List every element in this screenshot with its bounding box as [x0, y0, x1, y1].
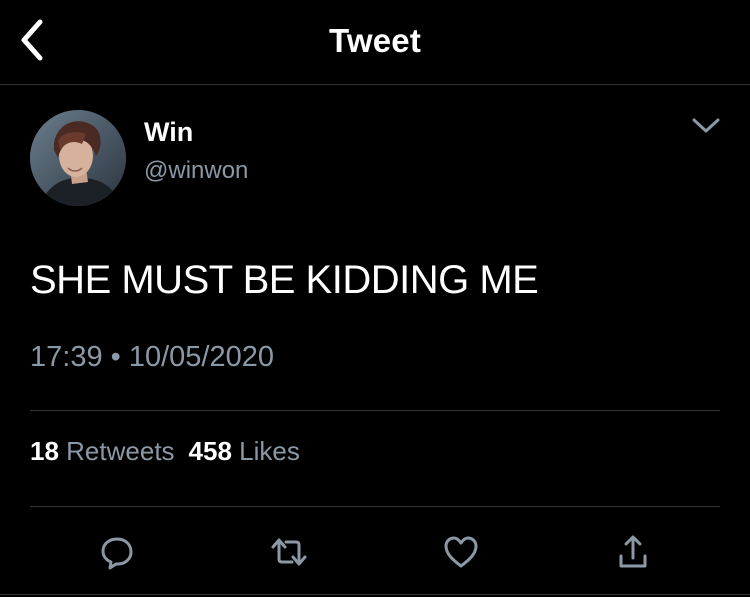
retweets-label: Retweets [66, 436, 175, 466]
divider [30, 410, 720, 411]
retweets-stat[interactable]: 18 Retweets [30, 436, 175, 466]
avatar-image [30, 110, 126, 206]
top-bar: Tweet [0, 0, 750, 85]
divider [0, 594, 750, 595]
tweet-text: SHE MUST BE KIDDING ME [30, 258, 539, 302]
author-handle[interactable]: @winwon [144, 157, 248, 185]
like-icon [444, 536, 478, 568]
like-button[interactable] [437, 528, 485, 576]
likes-count: 458 [188, 436, 232, 466]
more-options-button[interactable] [686, 110, 726, 142]
share-icon [619, 535, 647, 568]
timestamp-separator: • [110, 341, 121, 373]
likes-label: Likes [239, 436, 300, 466]
author-display-name[interactable]: Win [144, 117, 193, 148]
retweets-count: 18 [30, 436, 59, 466]
reply-icon [101, 537, 133, 570]
share-button[interactable] [609, 528, 657, 576]
tweet-stats: 18 Retweets 458 Likes [30, 436, 300, 467]
reply-button[interactable] [93, 528, 141, 576]
tweet-date: 10/05/2020 [128, 341, 275, 373]
retweet-button[interactable] [265, 528, 313, 576]
retweet-icon [271, 538, 307, 566]
page-title: Tweet [328, 22, 422, 59]
divider [30, 506, 720, 507]
tweet-timestamp: 17:39 • 10/05/2020 [30, 341, 274, 374]
chevron-down-icon [692, 118, 720, 133]
tweet-time: 17:39 [30, 341, 103, 373]
action-bar [0, 528, 750, 576]
likes-stat[interactable]: 458 Likes [189, 436, 300, 466]
avatar[interactable] [30, 110, 126, 206]
